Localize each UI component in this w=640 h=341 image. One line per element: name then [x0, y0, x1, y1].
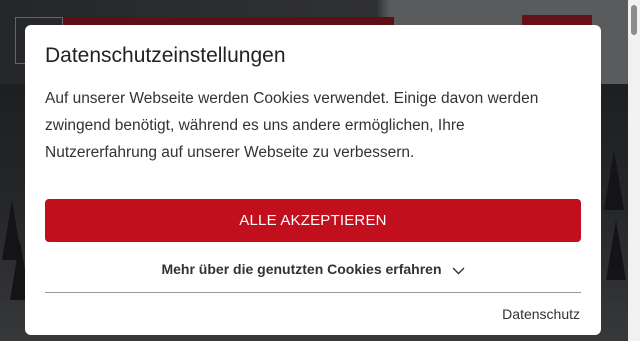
page-scrollbar[interactable]	[628, 0, 640, 341]
cookie-consent-dialog: Datenschutzeinstellungen Auf unserer Web…	[25, 25, 601, 335]
dialog-description: Auf unserer Webseite werden Cookies verw…	[45, 90, 539, 161]
chevron-down-icon	[452, 262, 465, 278]
more-info-label: Mehr über die genutzten Cookies erfahren	[161, 261, 442, 277]
more-info-toggle[interactable]: Mehr über die genutzten Cookies erfahren	[25, 258, 601, 280]
privacy-link[interactable]: Datenschutz	[502, 306, 580, 322]
scrollbar-thumb[interactable]	[631, 5, 637, 35]
page: Datenschutzeinstellungen Auf unserer Web…	[0, 0, 640, 341]
dialog-divider	[45, 292, 581, 293]
accept-all-button[interactable]: ALLE AKZEPTIEREN	[45, 199, 581, 242]
dialog-title: Datenschutzeinstellungen	[45, 44, 286, 67]
